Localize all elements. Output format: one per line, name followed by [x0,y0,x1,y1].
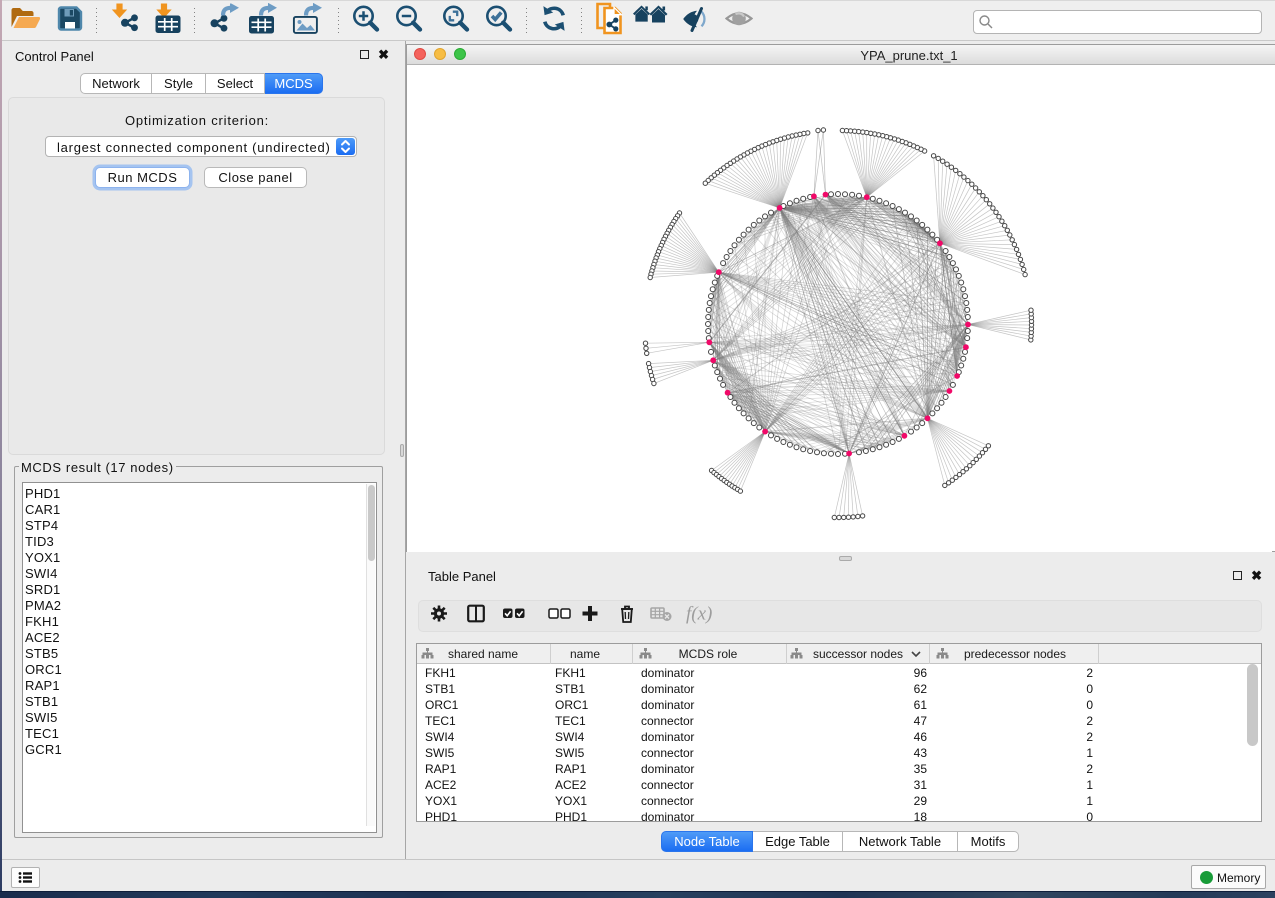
svg-text:f(x): f(x) [686,604,712,625]
